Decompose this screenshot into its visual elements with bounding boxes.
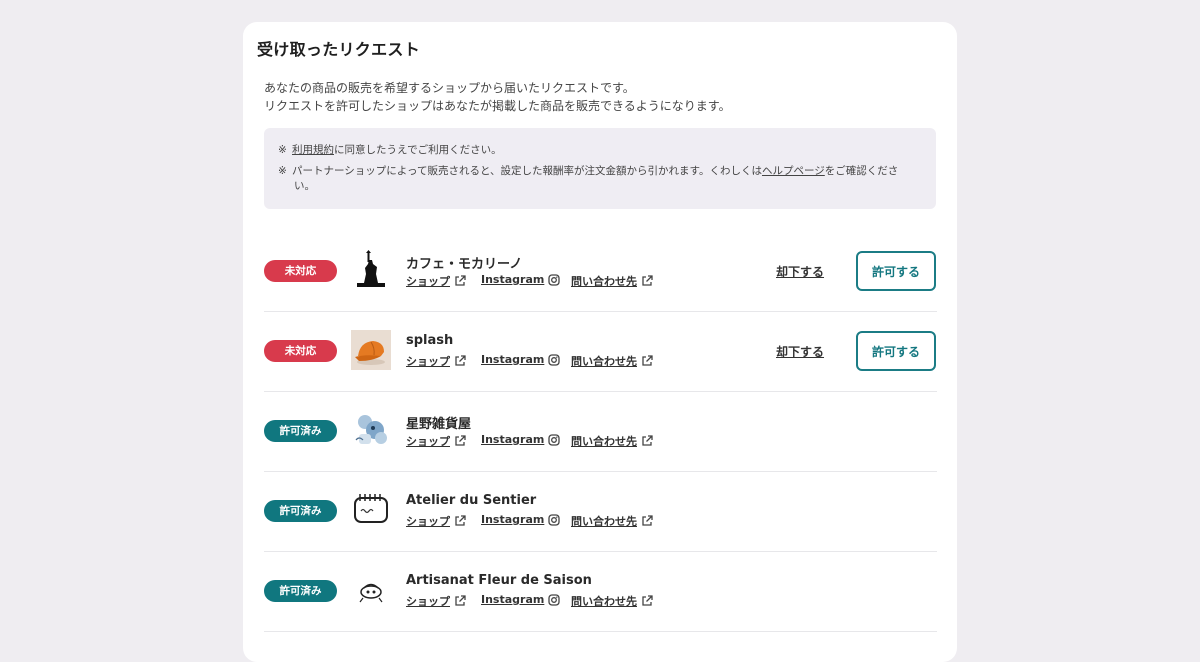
external-link-icon bbox=[455, 275, 466, 286]
contact-link[interactable]: 問い合わせ先 bbox=[571, 273, 653, 289]
instagram-link[interactable]: Instagram bbox=[481, 273, 560, 286]
page-description: あなたの商品の販売を希望するショップから届いたリクエストです。 リクエストを許可… bbox=[264, 79, 731, 115]
contact-link-label: 問い合わせ先 bbox=[571, 275, 637, 288]
shop-link[interactable]: ショップ bbox=[406, 593, 466, 609]
instagram-icon bbox=[548, 593, 560, 606]
notice-line-2-text: パートナーショップによって販売されると、設定した報酬率が注文金額から引かれます。… bbox=[292, 165, 762, 177]
description-line-1: あなたの商品の販売を希望するショップから届いたリクエストです。 bbox=[264, 81, 635, 95]
shop-name: Artisanat Fleur de Saison bbox=[406, 573, 592, 588]
help-page-link[interactable]: ヘルプページ bbox=[762, 165, 825, 177]
contact-link[interactable]: 問い合わせ先 bbox=[571, 433, 653, 449]
request-row: 許可済み Artisanat Fleur de Saison ショップ Inst… bbox=[264, 552, 937, 632]
external-link-icon bbox=[455, 515, 466, 526]
shop-link[interactable]: ショップ bbox=[406, 273, 466, 289]
orange-cap-icon bbox=[351, 330, 391, 370]
external-link-icon bbox=[455, 595, 466, 606]
status-badge: 許可済み bbox=[264, 500, 337, 522]
notice-line-2: ※ パートナーショップによって販売されると、設定した報酬率が注文金額から引かれます… bbox=[278, 164, 918, 194]
approve-button[interactable]: 許可する bbox=[856, 251, 936, 291]
instagram-icon bbox=[548, 513, 560, 526]
request-row: 許可済み Atelier du Sentier ショップ Instagram 問… bbox=[264, 472, 937, 552]
instagram-link-label: Instagram bbox=[481, 513, 545, 526]
notice-line-2-tail: をご確認くださ bbox=[824, 165, 899, 177]
shop-link[interactable]: ショップ bbox=[406, 433, 466, 449]
status-badge: 未対応 bbox=[264, 260, 337, 282]
blue-figure-illustration-icon bbox=[351, 410, 391, 450]
statue-of-liberty-icon bbox=[351, 250, 391, 290]
shop-link-label: ショップ bbox=[406, 595, 450, 608]
contact-link-label: 問い合わせ先 bbox=[571, 435, 637, 448]
external-link-icon bbox=[642, 275, 653, 286]
shop-link-label: ショップ bbox=[406, 435, 450, 448]
instagram-icon bbox=[548, 433, 560, 446]
request-row: 許可済み 星野雑貨屋 ショップ Instagram 問い合わせ先 bbox=[264, 392, 937, 472]
external-link-icon bbox=[642, 355, 653, 366]
status-badge: 許可済み bbox=[264, 580, 337, 602]
notice-mark: ※ bbox=[278, 144, 287, 156]
contact-link[interactable]: 問い合わせ先 bbox=[571, 593, 653, 609]
shop-name: splash bbox=[406, 333, 454, 348]
instagram-link[interactable]: Instagram bbox=[481, 593, 560, 606]
external-link-icon bbox=[642, 435, 653, 446]
contact-link[interactable]: 問い合わせ先 bbox=[571, 513, 653, 529]
shop-link[interactable]: ショップ bbox=[406, 513, 466, 529]
reject-button[interactable]: 却下する bbox=[776, 343, 824, 360]
external-link-icon bbox=[455, 435, 466, 446]
instagram-icon bbox=[548, 353, 560, 366]
external-link-icon bbox=[642, 515, 653, 526]
page-title: 受け取ったリクエスト bbox=[257, 40, 421, 59]
terms-link[interactable]: 利用規約 bbox=[292, 144, 334, 156]
external-link-icon bbox=[455, 355, 466, 366]
request-row: 未対応 カフェ・モカリーノ ショップ Instagram 問い合わせ先 却下する… bbox=[264, 232, 937, 312]
instagram-link-label: Instagram bbox=[481, 433, 545, 446]
shop-link-label: ショップ bbox=[406, 355, 450, 368]
instagram-link[interactable]: Instagram bbox=[481, 353, 560, 366]
contact-link-label: 問い合わせ先 bbox=[571, 355, 637, 368]
contact-link[interactable]: 問い合わせ先 bbox=[571, 353, 653, 369]
requests-card: 受け取ったリクエスト あなたの商品の販売を希望するショップから届いたリクエストで… bbox=[243, 22, 957, 662]
shop-link-label: ショップ bbox=[406, 275, 450, 288]
notice-line-2-wrap: い。 bbox=[294, 180, 315, 192]
shop-link[interactable]: ショップ bbox=[406, 353, 466, 369]
instagram-link[interactable]: Instagram bbox=[481, 513, 560, 526]
approve-button[interactable]: 許可する bbox=[856, 331, 936, 371]
status-badge: 許可済み bbox=[264, 420, 337, 442]
instagram-link-label: Instagram bbox=[481, 353, 545, 366]
notice-line-1-text: に同意したうえでご利用ください。 bbox=[334, 144, 502, 156]
description-line-2: リクエストを許可したショップはあなたが掲載した商品を販売できるようになります。 bbox=[264, 99, 731, 113]
instagram-icon bbox=[548, 273, 560, 286]
instagram-link[interactable]: Instagram bbox=[481, 433, 560, 446]
notice-mark: ※ bbox=[278, 165, 287, 177]
notepad-sketch-icon bbox=[351, 490, 391, 530]
ink-sketch-icon bbox=[351, 570, 391, 610]
reject-button[interactable]: 却下する bbox=[776, 263, 824, 280]
contact-link-label: 問い合わせ先 bbox=[571, 595, 637, 608]
notice-box: ※ 利用規約に同意したうえでご利用ください。 ※ パートナーショップによって販売され… bbox=[264, 128, 936, 209]
shop-name: 星野雑貨屋 bbox=[406, 417, 472, 432]
notice-line-1: ※ 利用規約に同意したうえでご利用ください。 bbox=[278, 143, 918, 158]
shop-link-label: ショップ bbox=[406, 515, 450, 528]
external-link-icon bbox=[642, 595, 653, 606]
request-row: 未対応 splash ショップ Instagram 問い合わせ先 却下する 許可… bbox=[264, 312, 937, 392]
instagram-link-label: Instagram bbox=[481, 273, 545, 286]
instagram-link-label: Instagram bbox=[481, 593, 545, 606]
shop-name: Atelier du Sentier bbox=[406, 493, 537, 508]
contact-link-label: 問い合わせ先 bbox=[571, 515, 637, 528]
status-badge: 未対応 bbox=[264, 340, 337, 362]
shop-name: カフェ・モカリーノ bbox=[406, 257, 523, 272]
